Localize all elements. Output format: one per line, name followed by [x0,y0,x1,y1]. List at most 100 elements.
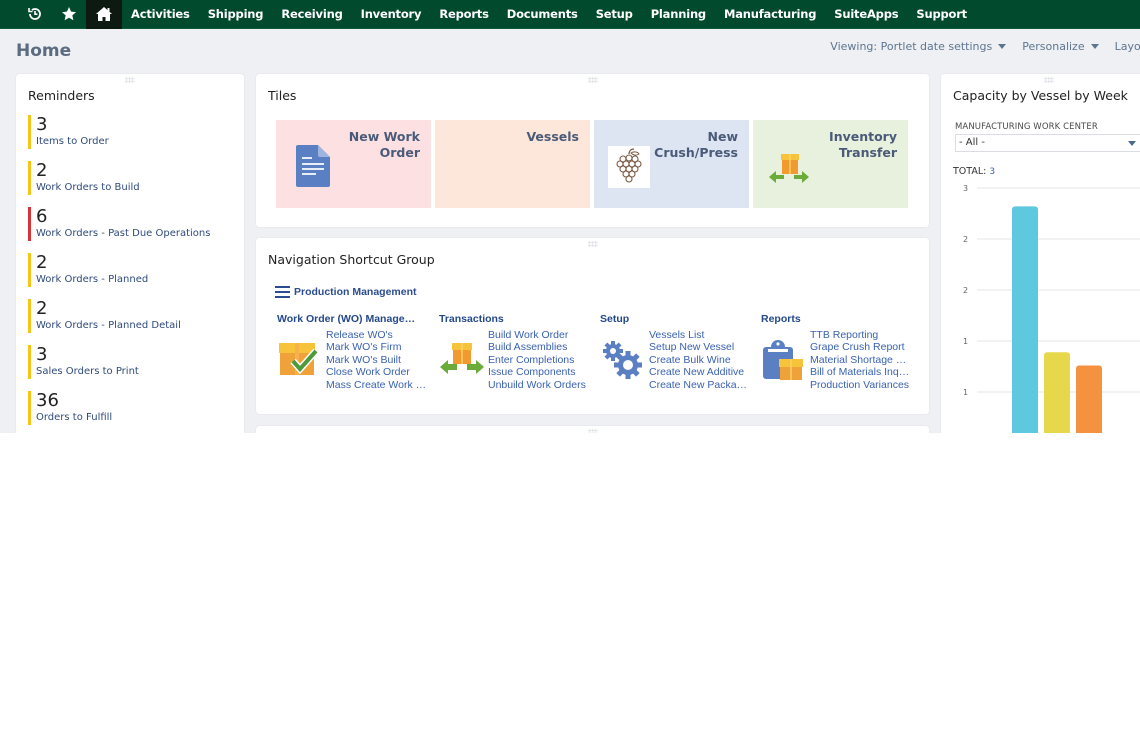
shortcut-group-title[interactable]: Reports [761,313,921,325]
drag-handle[interactable] [587,429,598,433]
reminders-list: 3 Items to Order 2 Work Orders to Build 6 Wor… [28,115,210,433]
tile-label: Inventory Transfer [829,129,897,160]
home-icon[interactable] [86,0,122,29]
page-title: Home [16,41,72,61]
shortcut-link[interactable]: Grape Crush Report [810,341,921,353]
tile-label: New Work Order [348,129,420,160]
document-icon [294,145,334,187]
shortcut-link[interactable]: Enter Completions [488,354,599,366]
reminder-link[interactable]: Work Orders - Planned [36,274,210,285]
shortcut-link[interactable]: Bill of Materials Inq… [810,366,921,378]
reminder-item[interactable]: 2 Work Orders - Planned [28,253,210,299]
drag-handle[interactable] [125,77,135,83]
shortcut-group-transactions: Transactions Build Work Order Build Assemb… [439,313,599,391]
bar-vessel-2[interactable] [1044,352,1070,433]
next-portlet [256,426,929,433]
nav-item-planning[interactable]: Planning [642,0,715,29]
capacity-bar-chart: 3 2 2 1 1 [963,184,1140,433]
reminder-item[interactable]: 3 Sales Orders to Print [28,345,210,391]
shortcut-link[interactable]: Close Work Order [326,366,437,378]
reminder-link[interactable]: Work Orders to Build [36,182,210,193]
reminder-link[interactable]: Sales Orders to Print [36,366,210,377]
chevron-down-icon [1128,141,1136,146]
shortcut-link[interactable]: Issue Components [488,366,599,378]
reminder-item[interactable]: 2 Work Orders - Planned Detail [28,299,210,345]
shortcut-link[interactable]: Build Assemblies [488,341,599,353]
shortcut-link[interactable]: Create New Additive [649,366,760,378]
tile-new-crush-press[interactable]: New Crush/Press [594,120,749,208]
reminder-count: 36 [36,390,59,411]
shortcut-link[interactable]: Vessels List [649,329,760,341]
tile-label: Vessels [526,129,579,144]
nav-item-support[interactable]: Support [907,0,976,29]
shortcut-link[interactable]: Unbuild Work Orders [488,379,599,391]
shortcut-link[interactable]: Setup New Vessel [649,341,760,353]
shortcut-link[interactable]: Mark WO's Firm [326,341,437,353]
inventory-transfer-icon [767,150,809,192]
reminder-count: 2 [36,160,48,181]
section-title: Production Management [294,286,417,298]
reminder-count: 3 [36,344,48,365]
reminder-link[interactable]: Work Orders - Past Due Operations [36,228,210,239]
grapes-icon [608,146,650,188]
nav-item-documents[interactable]: Documents [498,0,587,29]
shortcut-link[interactable]: Create Bulk Wine [649,354,760,366]
personalize-dropdown[interactable]: Personalize [1022,40,1099,53]
chevron-down-icon [1090,44,1099,49]
tile-vessels[interactable]: Vessels [435,120,590,208]
tiles-row: New Work Order Vessels New Crush/Press Inve… [276,120,912,208]
capacity-portlet: Capacity by Vessel by Week MANUFACTURING… [941,74,1140,433]
drag-handle[interactable] [1044,77,1054,83]
recent-records-icon[interactable] [18,0,52,29]
reminder-link[interactable]: Orders to Fulfill [36,412,210,423]
viewing-date-settings-dropdown[interactable]: Viewing: Portlet date settings [830,40,1007,53]
favorites-star-icon[interactable] [52,0,86,29]
nav-item-setup[interactable]: Setup [587,0,642,29]
shortcut-link[interactable]: Release WO's [326,329,437,341]
reminder-link[interactable]: Work Orders - Planned Detail [36,320,210,331]
tile-inventory-transfer[interactable]: Inventory Transfer [753,120,908,208]
shortcut-link[interactable]: Material Shortage … [810,354,921,366]
reminder-link[interactable]: Items to Order [36,136,210,147]
drag-handle[interactable] [587,241,598,247]
reminder-status-bar [28,299,31,333]
reminder-item[interactable]: 3 Items to Order [28,115,210,161]
reminder-item[interactable]: 2 Work Orders to Build [28,161,210,207]
nav-item-shipping[interactable]: Shipping [199,0,273,29]
shortcut-group-title[interactable]: Work Order (WO) Manage… [277,313,437,325]
nav-item-suiteapps[interactable]: SuiteApps [825,0,907,29]
work-center-select[interactable]: - All - [955,134,1140,152]
drag-handle[interactable] [587,77,598,83]
nav-item-reports[interactable]: Reports [430,0,497,29]
bar-vessel-3[interactable] [1076,365,1102,433]
tiles-portlet: Tiles New Work Order Vessels New Crush/Pre… [256,74,929,227]
shortcut-link[interactable]: TTB Reporting [810,329,921,341]
reminder-status-bar [28,391,31,425]
shortcut-link[interactable]: Create New Packa… [649,379,760,391]
reminder-item[interactable]: 36 Orders to Fulfill [28,391,210,433]
top-navigation-bar: Activities Shipping Receiving Inventory Repo… [0,0,1140,29]
reminders-portlet: Reminders 3 Items to Order 2 Work Orders to… [16,74,244,433]
shortcut-link[interactable]: Mark WO's Built [326,354,437,366]
select-value: - All - [959,137,985,148]
reminder-status-bar [28,161,31,195]
nav-item-activities[interactable]: Activities [122,0,199,29]
portlet-title: Navigation Shortcut Group [268,252,435,267]
shortcut-group-title[interactable]: Transactions [439,313,599,325]
portlet-title: Reminders [28,88,95,103]
layout-dropdown[interactable]: Layout [1115,40,1140,53]
production-management-section[interactable]: Production Management [275,286,417,298]
shortcut-link[interactable]: Build Work Order [488,329,599,341]
reminder-count: 2 [36,252,48,273]
navigation-shortcut-portlet: Navigation Shortcut Group Production Man… [256,238,929,414]
nav-item-receiving[interactable]: Receiving [272,0,351,29]
bar-vessel-1[interactable] [1012,206,1038,433]
nav-item-inventory[interactable]: Inventory [352,0,431,29]
shortcut-group-title[interactable]: Setup [600,313,760,325]
nav-item-manufacturing[interactable]: Manufacturing [715,0,825,29]
shortcut-link[interactable]: Production Variances [810,379,921,391]
reminder-item[interactable]: 6 Work Orders - Past Due Operations [28,207,210,253]
tile-new-work-order[interactable]: New Work Order [276,120,431,208]
shortcut-link[interactable]: Mass Create Work … [326,379,437,391]
portlet-title: Capacity by Vessel by Week [953,88,1128,103]
